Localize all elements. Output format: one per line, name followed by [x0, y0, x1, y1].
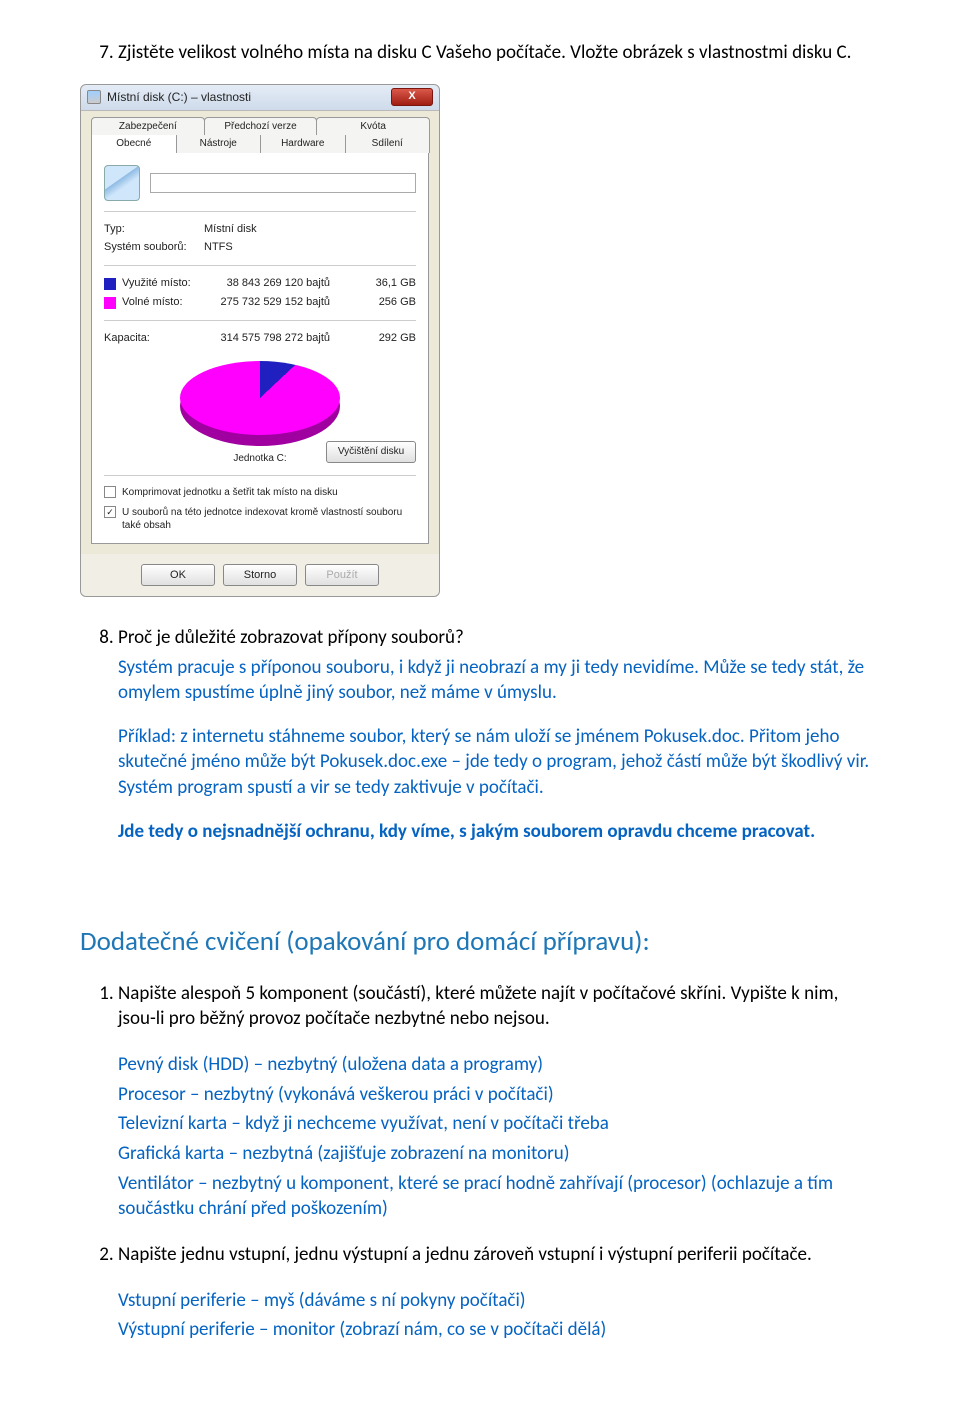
compress-checkbox[interactable]	[104, 486, 116, 498]
e2-a1: Vstupní periferie – myš (dáváme s ní pok…	[118, 1288, 880, 1314]
screenshot-disk-properties: Místní disk (C:) – vlastnosti X Zabezpeč…	[80, 84, 880, 597]
extra-q1-text: Napište alespoň 5 komponent (součástí), …	[118, 982, 838, 1031]
tab-general[interactable]: Obecné	[91, 135, 177, 153]
ok-button[interactable]: OK	[141, 564, 215, 586]
check-icon: ✓	[106, 506, 114, 518]
question-7: Zjistěte velikost volného místa na disku…	[118, 40, 880, 597]
close-button[interactable]: X	[391, 88, 433, 106]
extra-q2-answers: Vstupní periferie – myš (dáváme s ní pok…	[118, 1288, 880, 1343]
extras-heading: Dodatečné cvičení (opakování pro domácí …	[80, 924, 880, 960]
extra-q2: Napište jednu vstupní, jednu výstupní a …	[118, 1242, 880, 1343]
question-7-text: Zjistěte velikost volného místa na disku…	[118, 41, 851, 64]
capacity-gb: 292 GB	[330, 331, 416, 346]
capacity-label: Kapacita:	[104, 331, 200, 346]
apply-button[interactable]: Použít	[305, 564, 379, 586]
tabs-row-front: Obecné Nástroje Hardware Sdílení	[91, 135, 429, 153]
index-label: U souborů na této jednotce indexovat kro…	[122, 506, 416, 533]
used-bytes: 38 843 269 120 bajtů	[200, 276, 330, 291]
e1-a5: Ventilátor – nezbytný u komponent, které…	[118, 1171, 880, 1222]
q8-answer-2: Příklad: z internetu stáhneme soubor, kt…	[118, 724, 880, 801]
free-bytes: 275 732 529 152 bajtů	[200, 295, 330, 310]
tab-hardware[interactable]: Hardware	[260, 135, 346, 153]
e1-a3: Televizní karta – když ji nechceme využí…	[118, 1111, 880, 1137]
e1-a4: Grafická karta – nezbytná (zajišťuje zob…	[118, 1141, 880, 1167]
dialog-title: Místní disk (C:) – vlastnosti	[107, 89, 391, 105]
filesystem-value: NTFS	[204, 240, 233, 255]
e2-a2: Výstupní periferie – monitor (zobrazí ná…	[118, 1317, 880, 1343]
index-checkbox[interactable]: ✓	[104, 506, 116, 518]
dialog-body: Zabezpečení Předchozí verze Kvóta Obecné…	[81, 111, 439, 554]
free-gb: 256 GB	[330, 295, 416, 310]
pie-chart	[180, 356, 340, 446]
dialog-titlebar: Místní disk (C:) – vlastnosti X	[81, 85, 439, 111]
properties-dialog: Místní disk (C:) – vlastnosti X Zabezpeč…	[80, 84, 440, 597]
cancel-button[interactable]: Storno	[223, 564, 297, 586]
used-label: Využité místo:	[122, 276, 200, 291]
tab-tools[interactable]: Nástroje	[176, 135, 262, 153]
tab-quota[interactable]: Kvóta	[316, 117, 430, 136]
e1-a2: Procesor – nezbytný (vykonává veškerou p…	[118, 1082, 880, 1108]
type-value: Místní disk	[204, 222, 257, 237]
free-swatch	[104, 297, 116, 309]
q8-answer-3: Jde tedy o nejsnadnější ochranu, kdy vím…	[118, 819, 880, 845]
e1-a1: Pevný disk (HDD) – nezbytný (uložena dat…	[118, 1052, 880, 1078]
free-label: Volné místo:	[122, 295, 200, 310]
extra-q2-text: Napište jednu vstupní, jednu výstupní a …	[118, 1243, 812, 1266]
question-8-text: Proč je důležité zobrazovat přípony soub…	[118, 626, 464, 649]
drive-icon-large	[104, 165, 140, 201]
type-label: Typ:	[104, 222, 204, 237]
extra-q1-answers: Pevný disk (HDD) – nezbytný (uložena dat…	[118, 1052, 880, 1222]
question-8: Proč je důležité zobrazovat přípony soub…	[118, 625, 880, 844]
used-swatch	[104, 278, 116, 290]
extra-q1: Napište alespoň 5 komponent (součástí), …	[118, 981, 880, 1222]
tab-previous-versions[interactable]: Předchozí verze	[204, 117, 318, 136]
drive-icon	[87, 90, 101, 104]
filesystem-label: Systém souborů:	[104, 240, 204, 255]
used-gb: 36,1 GB	[330, 276, 416, 291]
tab-sharing[interactable]: Sdílení	[345, 135, 431, 153]
q8-answer-1: Systém pracuje s příponou souboru, i kdy…	[118, 655, 880, 706]
volume-label-input[interactable]	[150, 173, 416, 193]
tabs-row-back: Zabezpečení Předchozí verze Kvóta	[91, 117, 429, 136]
tab-panel-general: Typ: Místní disk Systém souborů: NTFS Vy…	[91, 152, 429, 544]
compress-label: Komprimovat jednotku a šetřit tak místo …	[122, 486, 338, 500]
tab-security[interactable]: Zabezpečení	[91, 117, 205, 136]
dialog-footer: OK Storno Použít	[81, 554, 439, 596]
capacity-bytes: 314 575 798 272 bajtů	[200, 331, 330, 346]
